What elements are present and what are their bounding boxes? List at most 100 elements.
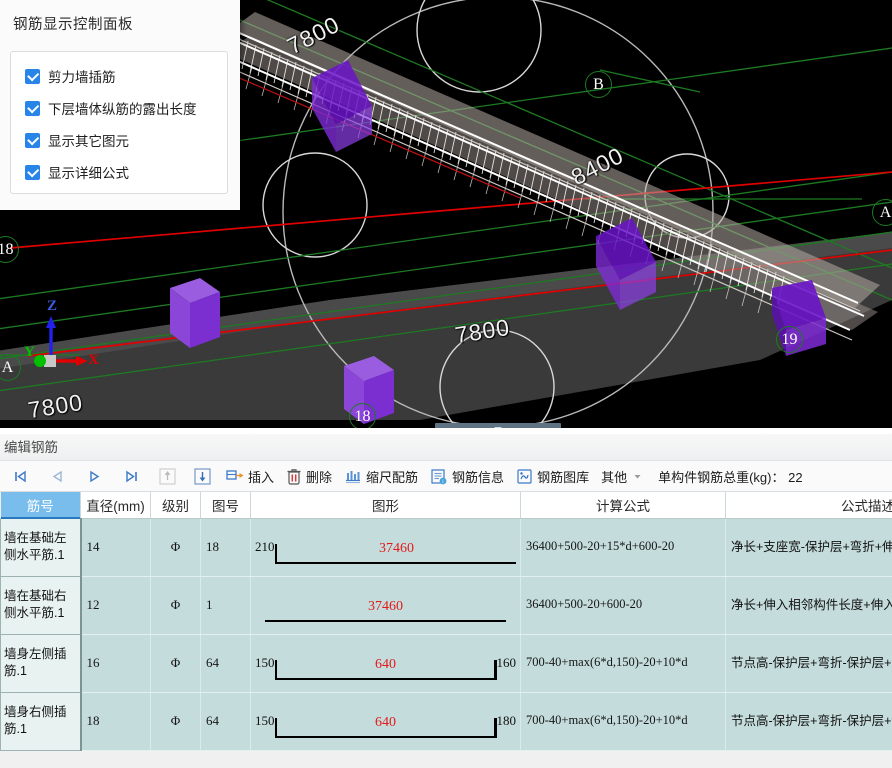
shape-left-value: 150 [255, 713, 275, 728]
scale-chart-icon [344, 468, 362, 484]
cell-figure-no[interactable]: 64 [200, 692, 251, 751]
application-window: 7800 8400 7800 7800 B A 18 A 19 18 Z Y X… [0, 0, 892, 768]
checkbox-checked-icon[interactable] [25, 68, 40, 84]
checkbox-label: 下层墙体纵筋的露出长度 [48, 102, 197, 117]
grid-bubble-18-bottom[interactable]: 18 [349, 403, 376, 428]
checkbox-row-lower-wall-vertical-exposed-length[interactable]: 下层墙体纵筋的露出长度 [11, 94, 227, 122]
last-record-button[interactable] [113, 463, 150, 490]
shape-main-bar [265, 619, 506, 622]
column-header-formula[interactable]: 计算公式 [520, 492, 726, 519]
checkbox-row-show-detailed-formula[interactable]: 显示详细公式 [11, 158, 227, 186]
insert-label: 插入 [248, 469, 275, 485]
shape-center-value: 37460 [368, 598, 403, 614]
cell-description[interactable]: 净长+支座宽-保护层+弯折+伸入相邻构件长度 [725, 518, 892, 577]
cell-figure-no[interactable]: 1 [200, 576, 251, 635]
cell-rebar-name[interactable]: 墙在基础左侧水平筋.1 [0, 518, 82, 577]
checkbox-checked-icon[interactable] [25, 164, 40, 180]
table-header-row: 筋号 直径(mm) 级别 图号 图形 计算公式 公式描述 [0, 492, 892, 519]
grid-bubble-b[interactable]: B [585, 71, 612, 98]
shape-center-value: 640 [375, 656, 396, 672]
cell-figure-no[interactable]: 18 [200, 518, 251, 577]
move-down-button[interactable] [185, 463, 220, 490]
shape-right-value: 160 [496, 655, 517, 670]
previous-record-icon [50, 469, 65, 484]
cell-rebar-name[interactable]: 墙身右侧插筋.1 [0, 691, 82, 751]
shape-left-value: 150 [255, 655, 275, 670]
last-record-icon [124, 469, 139, 484]
edit-rebar-panel: 编辑钢筋 插入 删除 缩尺配筋 i 钢筋信息 钢筋图库 其他 单构件钢筋总重(k… [0, 434, 892, 768]
scale-rebar-button[interactable]: 缩尺配筋 [338, 463, 424, 490]
cell-shape[interactable]: 150 640 180 [250, 692, 521, 751]
cell-grade[interactable]: Φ [150, 634, 201, 693]
shape-right-value: 180 [496, 713, 517, 728]
cell-rebar-name[interactable]: 墙身左侧插筋.1 [0, 633, 82, 693]
cell-formula[interactable]: 36400+500-20+15*d+600-20 [520, 518, 726, 577]
rebar-library-button[interactable]: 钢筋图库 [510, 463, 595, 490]
shape-main-bar [277, 735, 494, 738]
table-row[interactable]: 墙在基础右侧水平筋.1 12 Φ 1 37460 36400+500-20+60… [0, 575, 892, 635]
arrow-up-box-icon [158, 467, 177, 486]
first-record-button[interactable] [2, 463, 39, 490]
chevron-down-icon [633, 472, 642, 481]
cell-diameter[interactable]: 12 [80, 576, 151, 635]
cell-formula[interactable]: 700-40+max(6*d,150)-20+10*d [520, 692, 726, 751]
cell-diameter[interactable]: 14 [80, 518, 151, 577]
rebar-info-button[interactable]: i 钢筋信息 [424, 463, 510, 490]
table-row[interactable]: 墙在基础左侧水平筋.1 14 Φ 18 210 37460 36400+500-… [0, 518, 892, 577]
control-panel-title: 钢筋显示控制面板 [13, 17, 133, 33]
shape-center-value: 640 [375, 714, 396, 730]
delete-label: 删除 [306, 469, 333, 485]
checkbox-row-show-other-elements[interactable]: 显示其它图元 [11, 126, 227, 154]
cell-grade[interactable]: Φ [150, 518, 201, 577]
cell-grade[interactable]: Φ [150, 576, 201, 635]
grid-bubble-a-right[interactable]: A [872, 199, 892, 226]
move-up-button[interactable] [150, 463, 185, 490]
checkbox-label: 剪力墙插筋 [48, 70, 116, 85]
cell-description[interactable]: 节点高-保护层+弯折-保护层+设定弯折 [725, 634, 892, 693]
cell-diameter[interactable]: 16 [80, 634, 151, 693]
next-record-button[interactable] [76, 463, 113, 490]
arrow-down-box-icon [193, 467, 212, 486]
cell-grade[interactable]: Φ [150, 692, 201, 751]
other-menu-button[interactable]: 其他 [595, 463, 648, 490]
rebar-info-icon: i [430, 468, 448, 485]
cell-figure-no[interactable]: 64 [200, 634, 251, 693]
next-record-icon [87, 469, 102, 484]
checkbox-checked-icon[interactable] [25, 132, 40, 148]
cell-rebar-name[interactable]: 墙在基础右侧水平筋.1 [0, 575, 82, 635]
cell-description[interactable]: 节点高-保护层+弯折-保护层+设定弯折 [725, 692, 892, 751]
rebar-table[interactable]: 筋号 直径(mm) 级别 图号 图形 计算公式 公式描述 墙在基础左侧水平筋.1… [0, 492, 892, 751]
checkbox-checked-icon[interactable] [25, 100, 40, 116]
checkbox-group: 剪力墙插筋 下层墙体纵筋的露出长度 显示其它图元 显示详细公式 [10, 51, 228, 194]
shape-left-value: 210 [255, 539, 275, 554]
cell-description[interactable]: 净长+伸入相邻构件长度+伸入相邻构件长度 [725, 576, 892, 635]
checkbox-row-shear-wall-dowel[interactable]: 剪力墙插筋 [11, 62, 227, 90]
cell-formula[interactable]: 700-40+max(6*d,150)-20+10*d [520, 634, 726, 693]
shape-main-bar [277, 677, 494, 680]
first-record-icon [13, 469, 28, 484]
cell-shape[interactable]: 37460 [250, 576, 521, 635]
cell-shape[interactable]: 210 37460 [250, 518, 521, 577]
insert-button[interactable]: 插入 [220, 463, 280, 490]
grid-bubble-19[interactable]: 19 [776, 326, 803, 353]
total-rebar-weight-label: 单构件钢筋总重(kg)： 22 [658, 469, 803, 485]
table-row[interactable]: 墙身左侧插筋.1 16 Φ 64 150 640 160 700-40+max(… [0, 633, 892, 693]
checkbox-label: 显示详细公式 [48, 166, 129, 181]
column-header-name[interactable]: 筋号 [0, 492, 81, 519]
other-label: 其他 [601, 469, 628, 485]
column-header-description[interactable]: 公式描述 [725, 492, 892, 519]
cell-diameter[interactable]: 18 [80, 692, 151, 751]
cell-shape[interactable]: 150 640 160 [250, 634, 521, 693]
delete-button[interactable]: 删除 [280, 463, 338, 490]
cell-formula[interactable]: 36400+500-20+600-20 [520, 576, 726, 635]
shape-main-bar [277, 561, 516, 564]
column-header-diameter[interactable]: 直径(mm) [80, 492, 151, 519]
column-header-figure-no[interactable]: 图号 [200, 492, 251, 519]
column-header-shape[interactable]: 图形 [250, 492, 521, 519]
table-row[interactable]: 墙身右侧插筋.1 18 Φ 64 150 640 180 700-40+max(… [0, 691, 892, 751]
insert-row-icon [226, 468, 244, 484]
column-header-grade[interactable]: 级别 [150, 492, 201, 519]
rebar-library-icon [516, 468, 533, 485]
trash-icon [286, 468, 302, 485]
previous-record-button[interactable] [39, 463, 76, 490]
